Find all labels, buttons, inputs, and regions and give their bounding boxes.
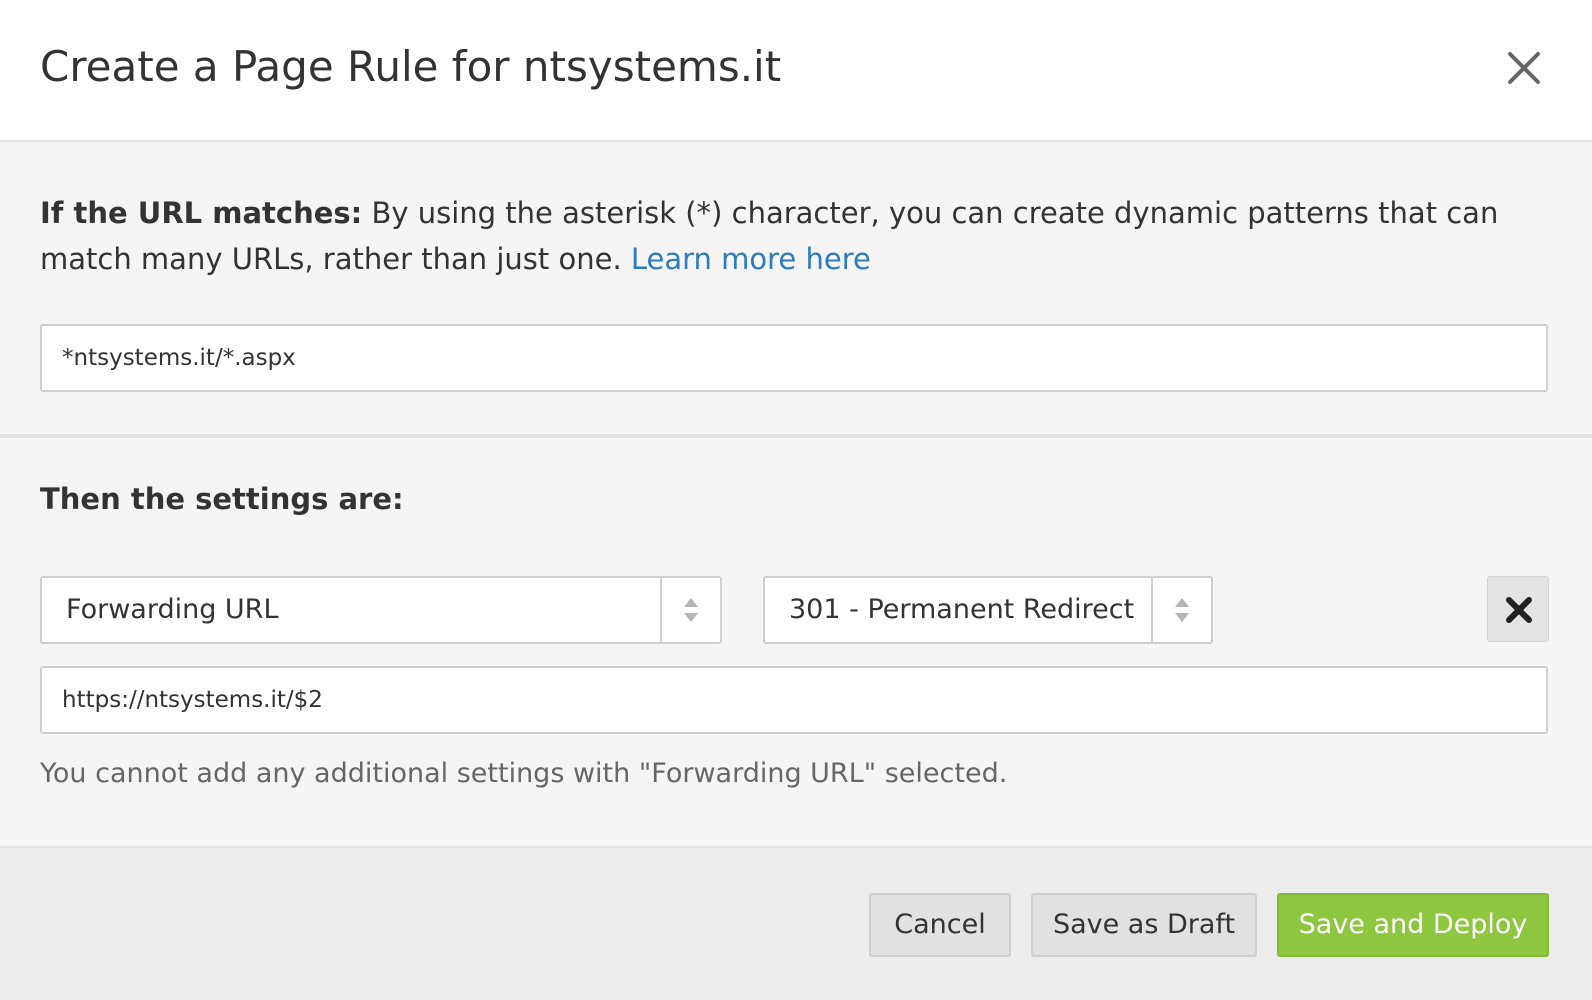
settings-heading: Then the settings are: — [40, 482, 404, 516]
save-and-deploy-button[interactable]: Save and Deploy — [1277, 893, 1549, 957]
url-match-description: If the URL matches: By using the asteris… — [40, 190, 1560, 282]
url-match-section: If the URL matches: By using the asteris… — [0, 142, 1592, 438]
remove-setting-button[interactable] — [1487, 576, 1549, 642]
dialog-header: Create a Page Rule for ntsystems.it — [0, 0, 1592, 142]
redirect-code-value: 301 - Permanent Redirect — [789, 594, 1135, 625]
url-match-label: If the URL matches: — [40, 196, 363, 230]
sort-arrows-icon — [1175, 598, 1189, 622]
setting-type-value: Forwarding URL — [66, 594, 279, 625]
dialog-title: Create a Page Rule for ntsystems.it — [40, 42, 782, 91]
dialog-footer: Cancel Save as Draft Save and Deploy — [0, 848, 1592, 1000]
close-button[interactable] — [1500, 44, 1548, 92]
redirect-code-select-toggle[interactable] — [1151, 578, 1211, 642]
settings-section: Then the settings are: Forwarding URL 30… — [0, 438, 1592, 848]
redirect-code-select[interactable]: 301 - Permanent Redirect — [763, 576, 1213, 644]
additional-settings-notice: You cannot add any additional settings w… — [40, 758, 1008, 789]
page-rule-dialog: Create a Page Rule for ntsystems.it If t… — [0, 0, 1592, 1000]
close-icon — [1508, 52, 1540, 84]
setting-type-select[interactable]: Forwarding URL — [40, 576, 722, 644]
setting-type-select-toggle[interactable] — [660, 578, 720, 642]
cancel-button[interactable]: Cancel — [869, 893, 1011, 957]
learn-more-link[interactable]: Learn more here — [631, 242, 871, 276]
sort-arrows-icon — [684, 598, 698, 622]
url-pattern-input[interactable] — [40, 324, 1548, 392]
forwarding-url-input[interactable] — [40, 666, 1548, 734]
remove-icon — [1506, 597, 1532, 623]
save-as-draft-button[interactable]: Save as Draft — [1031, 893, 1257, 957]
